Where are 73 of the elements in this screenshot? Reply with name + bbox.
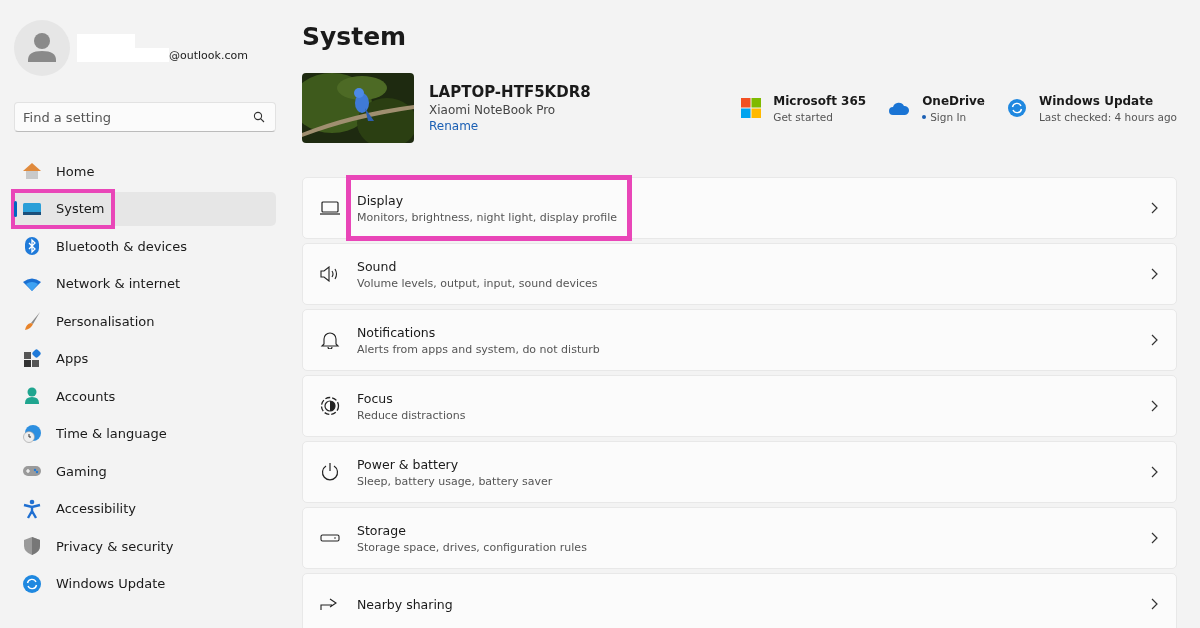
- setting-title: Power & battery: [357, 456, 460, 472]
- chevron-icon: [1150, 400, 1158, 412]
- account-email: @outlook.com: [169, 48, 248, 62]
- bluetooth-icon: [22, 236, 42, 256]
- nav-item[interactable]: Apps: [14, 341, 276, 376]
- nav-item[interactable]: System: [14, 191, 276, 226]
- setting-title: Notifications: [357, 324, 437, 340]
- avatar-icon: [14, 20, 70, 76]
- nav-item[interactable]: Time & language: [14, 416, 276, 451]
- selection-indicator: [14, 200, 17, 217]
- update-icon: [1007, 98, 1027, 118]
- globe-clock-icon: [22, 423, 42, 444]
- status-dot: [922, 114, 927, 119]
- setting-description: Monitors, brightness, night light, display profile: [357, 210, 618, 224]
- laptop-icon: [320, 200, 340, 216]
- nav-item[interactable]: Home: [14, 154, 276, 188]
- device-model: Xiaomi NoteBook Pro: [429, 103, 557, 117]
- service-title[interactable]: OneDrive: [922, 93, 985, 108]
- chevron-icon: [1150, 268, 1158, 280]
- home-icon: [22, 161, 42, 181]
- page-title: System: [302, 22, 408, 51]
- setting-title: Storage: [357, 522, 407, 538]
- settings-card[interactable]: Focus Reduce distractions: [302, 375, 1177, 437]
- setting-description: Storage space, drives, configuration rules: [357, 540, 588, 554]
- service-subtitle: Last checked: 4 hours ago: [1039, 110, 1177, 123]
- nav-item[interactable]: Windows Update: [14, 566, 276, 601]
- setting-description: Volume levels, output, input, sound devices: [357, 276, 599, 290]
- chevron-icon: [1150, 466, 1158, 478]
- nav-item[interactable]: Accessibility: [14, 491, 276, 526]
- service-title[interactable]: Windows Update: [1039, 93, 1177, 108]
- settings-card[interactable]: Storage Storage space, drives, configuration rules: [302, 507, 1177, 569]
- bell-icon: [320, 331, 340, 349]
- drive-icon: [320, 533, 340, 543]
- settings-card[interactable]: Sound Volume levels, output, input, sound devices: [302, 243, 1177, 305]
- settings-card[interactable]: Notifications Alerts from apps and system, do not disturb: [302, 309, 1177, 371]
- nav-item[interactable]: Privacy & security: [14, 529, 276, 563]
- setting-title: Display: [357, 192, 405, 208]
- settings-card[interactable]: Nearby sharing: [302, 573, 1177, 628]
- search-icon: [253, 111, 265, 123]
- shield-icon: [22, 536, 42, 556]
- setting-title: Nearby sharing: [357, 596, 454, 612]
- setting-title: Sound: [357, 258, 398, 274]
- settings-card[interactable]: Power & battery Sleep, battery usage, battery saver: [302, 441, 1177, 503]
- setting-title: Focus: [357, 390, 394, 406]
- nav-item[interactable]: Network & internet: [14, 266, 276, 301]
- nav-item[interactable]: Gaming: [14, 454, 276, 488]
- search-field[interactable]: Find a setting: [14, 102, 276, 132]
- device-name: LAPTOP-HTF5KDR8: [429, 83, 591, 101]
- setting-description: Sleep, battery usage, battery saver: [357, 474, 554, 488]
- service-subtitle: Sign In: [930, 110, 967, 123]
- power-icon: [320, 462, 340, 482]
- settings-card[interactable]: Display Monitors, brightness, night light, display profile: [302, 177, 1177, 239]
- focus-icon: [320, 396, 340, 416]
- update-icon: [22, 573, 42, 594]
- chevron-icon: [1150, 598, 1158, 610]
- nav-item[interactable]: Personalisation: [14, 304, 276, 338]
- service-title[interactable]: Microsoft 365: [773, 93, 867, 108]
- chevron-icon: [1150, 202, 1158, 214]
- rename-link[interactable]: Rename: [429, 119, 591, 133]
- chevron-icon: [1150, 334, 1158, 346]
- nav-item[interactable]: Bluetooth & devices: [14, 229, 276, 263]
- setting-description: Reduce distractions: [357, 408, 467, 422]
- brush-icon: [22, 311, 42, 331]
- service-subtitle: Get started: [773, 110, 833, 123]
- apps-icon: [22, 348, 42, 369]
- person-icon: [22, 386, 42, 406]
- windows-logo-icon: [741, 98, 762, 118]
- chevron-icon: [1150, 532, 1158, 544]
- nav-item[interactable]: Accounts: [14, 379, 276, 413]
- cloud-icon: [888, 101, 911, 115]
- speaker-icon: [320, 266, 340, 282]
- accessibility-icon: [22, 498, 42, 519]
- setting-description: Alerts from apps and system, do not disturb: [357, 342, 601, 356]
